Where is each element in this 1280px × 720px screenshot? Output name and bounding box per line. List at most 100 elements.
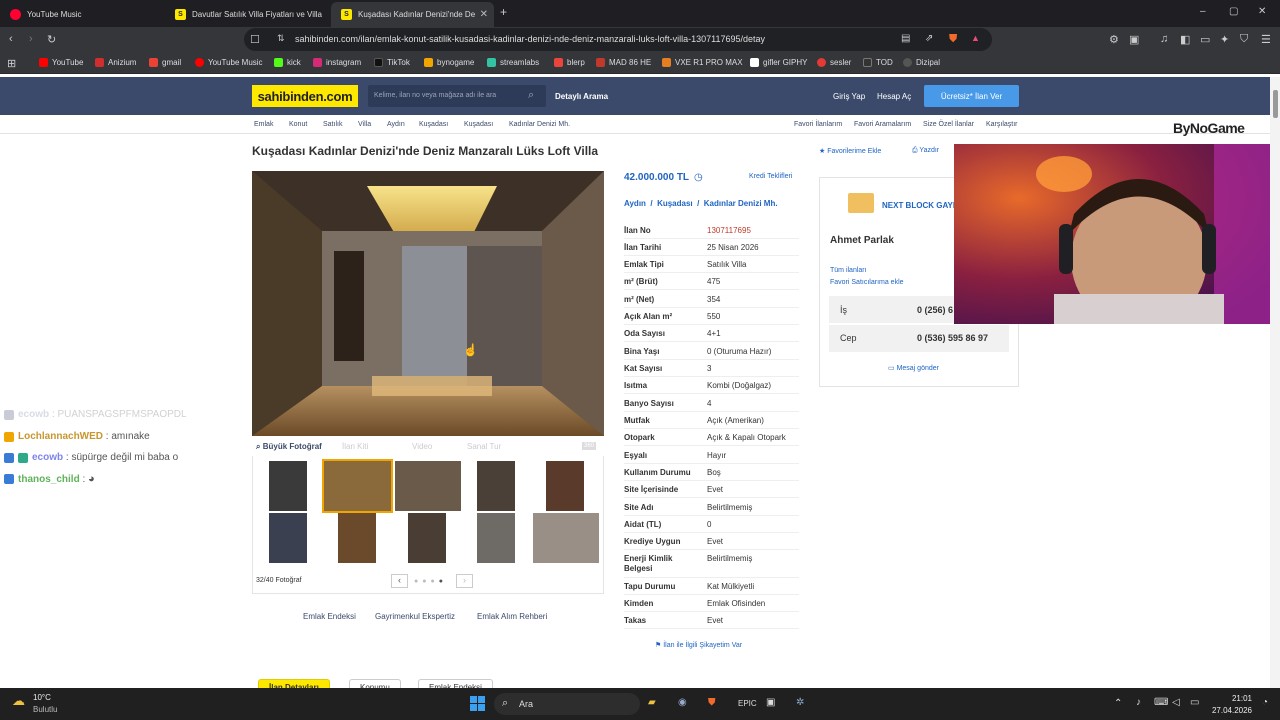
volume-icon[interactable]: ◁	[1172, 697, 1180, 708]
maximize-button[interactable]: ▢	[1229, 6, 1238, 17]
thumbnail[interactable]	[477, 461, 515, 511]
reload-icon[interactable]: ↻	[47, 33, 56, 46]
thumbnail[interactable]	[338, 513, 376, 563]
breadcrumb-item[interactable]: Aydın	[387, 121, 405, 128]
sidebar-icon[interactable]: ◧	[1180, 33, 1190, 46]
360-button[interactable]: 360	[582, 442, 597, 450]
breadcrumb-item[interactable]: Konut	[289, 121, 307, 128]
taskbar-search-box[interactable]	[494, 693, 640, 715]
bookmark-icon[interactable]: ☐	[250, 33, 260, 46]
reader-icon[interactable]: ▤	[901, 33, 910, 44]
bookmark-giphy[interactable]: gifler GIPHY	[750, 58, 807, 67]
bookmark-youtube[interactable]: YouTube	[39, 58, 83, 67]
video-button[interactable]: Video	[412, 442, 432, 451]
special-listings-link[interactable]: Size Özel İlanlar	[923, 121, 974, 128]
thumbnail[interactable]	[477, 513, 515, 563]
add-favorite-link[interactable]: ★ Favorilerime Ekle	[819, 147, 881, 155]
close-tab-icon[interactable]: ✕	[480, 9, 488, 20]
clock-time[interactable]: 21:01	[1214, 694, 1252, 703]
breadcrumb-item[interactable]: Satılık	[323, 121, 342, 128]
bookmark-bynogame[interactable]: bynogame	[424, 58, 474, 67]
bookmark-blerp[interactable]: blerp	[554, 58, 585, 67]
share-icon[interactable]: ⇗	[925, 33, 933, 44]
menu-icon[interactable]: ☰	[1261, 33, 1271, 46]
network-icon[interactable]: ⌨	[1154, 697, 1168, 708]
main-photo[interactable]	[252, 171, 604, 436]
bookmark-mad86[interactable]: MAD 86 HE	[596, 58, 651, 67]
apps-grid-icon[interactable]: ⊞	[7, 57, 16, 70]
bookmark-gmail[interactable]: gmail	[149, 58, 181, 67]
credit-offers-link[interactable]: Kredi Teklifleri	[749, 173, 792, 180]
close-window-button[interactable]: ✕	[1258, 6, 1266, 17]
report-listing-link[interactable]: ⚑ İlan ile İlgili Şikayetim Var	[655, 641, 742, 649]
thumbnail[interactable]	[269, 461, 307, 511]
notification-icon[interactable]: ◔	[1262, 697, 1268, 708]
site-info-icon[interactable]: ⇅	[277, 33, 285, 44]
appraisal-link[interactable]: Gayrimenkul Ekspertiz	[375, 612, 455, 621]
breadcrumb-item[interactable]: Villa	[358, 121, 371, 128]
tray-chevron-icon[interactable]: ⌃	[1114, 698, 1122, 709]
thumbnail[interactable]	[269, 513, 307, 563]
page-scrollbar[interactable]	[1270, 77, 1280, 688]
prev-page-button[interactable]: ‹	[391, 574, 408, 588]
location-district[interactable]: Kuşadası	[657, 199, 693, 208]
vpn-icon[interactable]: ⛉	[1240, 33, 1248, 46]
compare-link[interactable]: Karşılaştır	[986, 121, 1018, 128]
bookmark-streamlabs[interactable]: streamlabs	[487, 58, 539, 67]
favorite-searches-link[interactable]: Favori Aramalarım	[854, 121, 911, 128]
leo-ai-icon[interactable]: ✦	[1220, 33, 1229, 46]
back-icon[interactable]: ‹	[9, 33, 13, 45]
forward-icon[interactable]: ›	[29, 33, 33, 45]
epic-games-icon[interactable]: EPIC	[738, 699, 757, 708]
send-message-link[interactable]: ▭ Mesaj gönder	[888, 364, 939, 372]
agency-name[interactable]: NEXT BLOCK GAYR	[882, 201, 959, 210]
screenshot-icon[interactable]: ▣	[1129, 33, 1139, 46]
register-link[interactable]: Hesap Aç	[877, 92, 911, 101]
clock-date[interactable]: 27.04.2026	[1208, 706, 1252, 715]
breadcrumb-item[interactable]: Kuşadası	[464, 121, 493, 128]
post-listing-button[interactable]: Ücretsiz* İlan Ver	[924, 85, 1019, 107]
file-explorer-icon[interactable]: ▰	[648, 697, 656, 708]
scrollbar-thumb[interactable]	[1273, 90, 1278, 118]
virtual-tour-button[interactable]: Sanal Tur	[467, 442, 501, 451]
detailed-search-link[interactable]: Detaylı Arama	[555, 92, 608, 101]
windows-start-icon[interactable]	[470, 696, 485, 711]
weather-temp[interactable]: 10°C	[33, 693, 51, 702]
weather-icon[interactable]: ☁	[12, 693, 25, 709]
price-history-icon[interactable]: ◷	[694, 172, 703, 183]
breadcrumb-item[interactable]: Kuşadası	[419, 121, 448, 128]
all-listings-link[interactable]: Tüm ilanları	[830, 267, 867, 274]
bookmark-youtube-music[interactable]: YouTube Music	[195, 58, 263, 67]
buying-guide-link[interactable]: Emlak Alım Rehberi	[477, 612, 547, 621]
brave-rewards-icon[interactable]: ▲	[971, 33, 980, 43]
minimize-button[interactable]: –	[1200, 6, 1206, 17]
login-link[interactable]: Giriş Yap	[833, 92, 865, 101]
url-text[interactable]: sahibinden.com/ilan/emlak-konut-satilik-…	[295, 34, 765, 44]
thumbnail-selected[interactable]	[322, 459, 393, 513]
tab-youtube-music[interactable]: YouTube Music	[0, 2, 165, 27]
thumbnail[interactable]	[546, 461, 584, 511]
new-tab-button[interactable]: +	[500, 5, 507, 19]
search-icon[interactable]: ⌕	[528, 89, 534, 102]
steam-icon[interactable]: ◉	[678, 697, 687, 708]
bookmark-instagram[interactable]: instagram	[313, 58, 361, 67]
tab-kusadasi-active[interactable]: S Kuşadası Kadınlar Denizi'nde De ✕	[331, 2, 494, 27]
store-icon[interactable]: ▣	[766, 697, 775, 708]
bookmark-vxe[interactable]: VXE R1 PRO MAX	[662, 58, 743, 67]
bookmark-tiktok[interactable]: TikTok	[374, 58, 410, 67]
app-icon[interactable]: ✲	[796, 697, 804, 708]
wallet-icon[interactable]: ▭	[1200, 33, 1210, 46]
brave-icon[interactable]: ⛊	[708, 697, 716, 708]
favorite-listings-link[interactable]: Favori İlanlarım	[794, 121, 842, 128]
extensions-icon[interactable]: ⚙	[1109, 33, 1119, 46]
thumbnail[interactable]	[408, 513, 446, 563]
next-page-button[interactable]: ›	[456, 574, 473, 588]
tab-davutlar[interactable]: S Davutlar Satılık Villa Fiyatları ve Vi…	[165, 2, 331, 27]
site-search-input[interactable]: Kelime, ilan no veya mağaza adı ile ara	[368, 85, 546, 107]
real-estate-index-link[interactable]: Emlak Endeksi	[303, 612, 356, 621]
bookmark-dizipal[interactable]: Dizipal	[903, 58, 940, 67]
bookmark-anizium[interactable]: Anizium	[95, 58, 136, 67]
brave-shield-icon[interactable]: ⛊	[949, 33, 957, 46]
print-link[interactable]: ⎙ Yazdır	[912, 147, 939, 155]
media-icon[interactable]: ♫	[1160, 33, 1168, 45]
